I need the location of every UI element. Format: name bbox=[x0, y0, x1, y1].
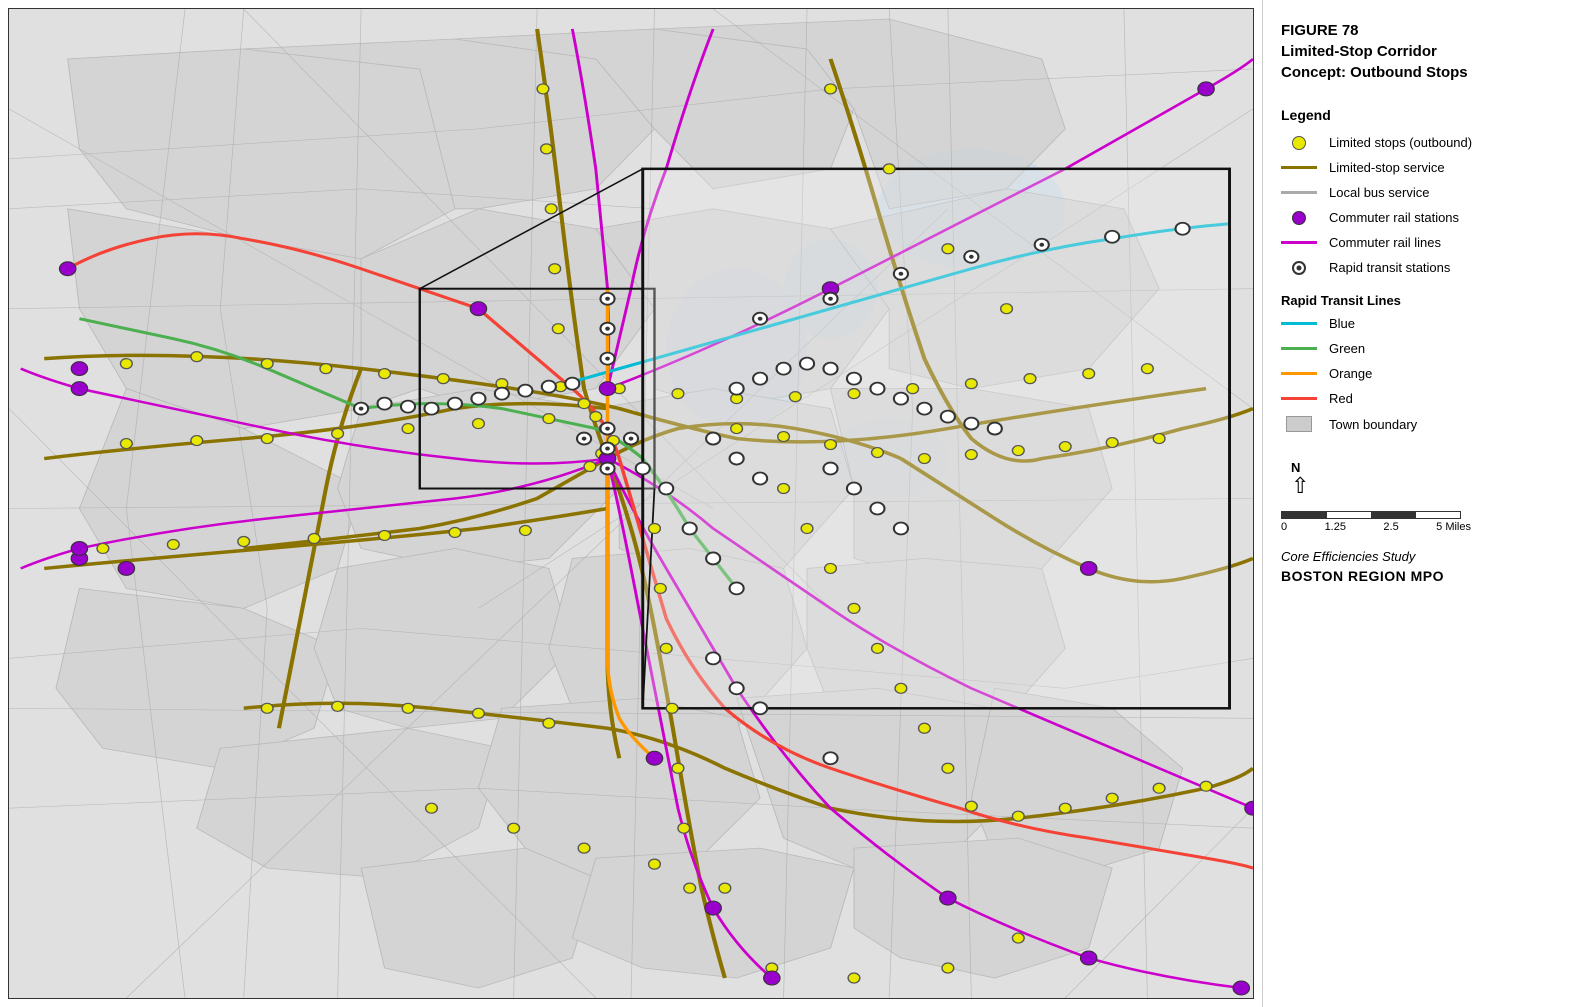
limited-service-symbol bbox=[1281, 166, 1317, 169]
blue-label: Blue bbox=[1329, 316, 1355, 331]
rapid-station-symbol bbox=[1281, 261, 1317, 275]
legend-title: Legend bbox=[1281, 107, 1564, 123]
legend-item-red: Red bbox=[1281, 391, 1564, 406]
figure-title: FIGURE 78 Limited-Stop Corridor Concept:… bbox=[1281, 20, 1564, 83]
north-arrow-icon: ⇧ bbox=[1291, 475, 1309, 497]
legend-item-blue: Blue bbox=[1281, 316, 1564, 331]
yellow-circle-icon bbox=[1292, 136, 1306, 150]
limited-stop-symbol bbox=[1281, 136, 1317, 150]
scale-seg-1 bbox=[1282, 512, 1327, 518]
green-line-icon bbox=[1281, 347, 1317, 350]
scale-seg-4 bbox=[1416, 512, 1460, 518]
dark-yellow-line-icon bbox=[1281, 166, 1317, 169]
blue-line-symbol bbox=[1281, 322, 1317, 325]
core-study-label: Core Efficiencies Study bbox=[1281, 549, 1564, 564]
limited-service-label: Limited-stop service bbox=[1329, 160, 1445, 175]
open-circle-icon bbox=[1292, 261, 1306, 275]
map-area bbox=[8, 8, 1254, 999]
scale-bar: 0 1.25 2.5 5 Miles bbox=[1281, 511, 1564, 533]
town-boundary-symbol bbox=[1281, 416, 1317, 432]
scale-bar-track bbox=[1281, 511, 1461, 519]
commuter-lines-label: Commuter rail lines bbox=[1329, 235, 1441, 250]
legend-panel: FIGURE 78 Limited-Stop Corridor Concept:… bbox=[1262, 0, 1582, 1007]
commuter-station-symbol bbox=[1281, 211, 1317, 225]
purple-circle-icon bbox=[1292, 211, 1306, 225]
mpo-title: BOSTON REGION MPO bbox=[1281, 568, 1564, 584]
green-label: Green bbox=[1329, 341, 1365, 356]
legend-item-commuter-stations: Commuter rail stations bbox=[1281, 210, 1564, 225]
legend-item-local-bus: Local bus service bbox=[1281, 185, 1564, 200]
gray-box-icon bbox=[1286, 416, 1312, 432]
town-boundary-label: Town boundary bbox=[1329, 417, 1417, 432]
scale-seg-3 bbox=[1372, 512, 1417, 518]
scale-labels: 0 1.25 2.5 5 Miles bbox=[1281, 521, 1471, 533]
commuter-lines-symbol bbox=[1281, 241, 1317, 244]
legend-item-limited-stops: Limited stops (outbound) bbox=[1281, 135, 1564, 150]
scale-seg-2 bbox=[1327, 512, 1372, 518]
legend-item-town-boundary: Town boundary bbox=[1281, 416, 1564, 432]
limited-stops-label: Limited stops (outbound) bbox=[1329, 135, 1472, 150]
orange-line-symbol bbox=[1281, 372, 1317, 375]
local-bus-label: Local bus service bbox=[1329, 185, 1429, 200]
magenta-line-icon bbox=[1281, 241, 1317, 244]
orange-label: Orange bbox=[1329, 366, 1372, 381]
orange-line-icon bbox=[1281, 372, 1317, 375]
commuter-stations-label: Commuter rail stations bbox=[1329, 210, 1459, 225]
gray-line-icon bbox=[1281, 191, 1317, 194]
rapid-stations-label: Rapid transit stations bbox=[1329, 260, 1450, 275]
legend-item-green: Green bbox=[1281, 341, 1564, 356]
blue-line-icon bbox=[1281, 322, 1317, 325]
rapid-transit-section-title: Rapid Transit Lines bbox=[1281, 293, 1564, 308]
red-line-symbol bbox=[1281, 397, 1317, 400]
north-arrow: N ⇧ bbox=[1281, 460, 1564, 497]
legend-item-rapid-stations: Rapid transit stations bbox=[1281, 260, 1564, 275]
legend-item-limited-service: Limited-stop service bbox=[1281, 160, 1564, 175]
red-label: Red bbox=[1329, 391, 1353, 406]
green-line-symbol bbox=[1281, 347, 1317, 350]
legend-item-orange: Orange bbox=[1281, 366, 1564, 381]
local-bus-symbol bbox=[1281, 191, 1317, 194]
legend-item-commuter-lines: Commuter rail lines bbox=[1281, 235, 1564, 250]
red-line-icon bbox=[1281, 397, 1317, 400]
